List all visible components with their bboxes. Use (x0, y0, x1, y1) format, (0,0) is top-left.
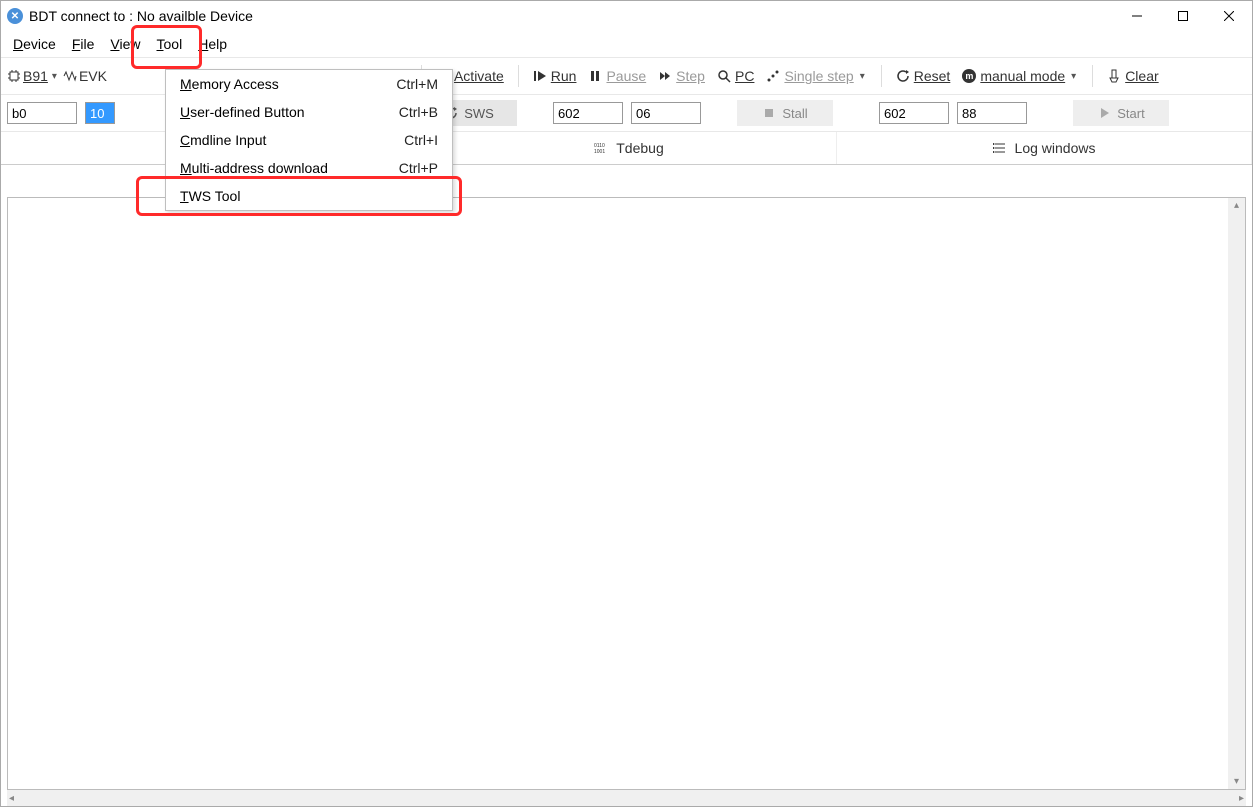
evk-wave-icon (63, 69, 77, 83)
manual-mode-caret-icon[interactable]: ▾ (1069, 71, 1078, 82)
titlebar: ✕ BDT connect to : No availble Device (1, 1, 1252, 31)
tdebug-icon: 01101001 (594, 141, 608, 155)
chip-caret-icon[interactable]: ▾ (50, 71, 59, 82)
pc-button[interactable]: PC (713, 66, 758, 86)
run-icon (533, 69, 547, 83)
app-logo-icon: ✕ (7, 8, 23, 24)
count-input[interactable] (85, 102, 115, 124)
reset-icon (896, 69, 910, 83)
manual-mode-icon: m (962, 69, 976, 83)
content-area: ▴ ▾ (7, 197, 1246, 790)
log-list-icon (993, 141, 1007, 155)
clear-icon (1107, 69, 1121, 83)
pc-search-icon (717, 69, 731, 83)
step-button[interactable]: Step (654, 66, 709, 86)
menu-tool[interactable]: Tool (149, 33, 191, 55)
vertical-scrollbar[interactable]: ▴ ▾ (1228, 198, 1245, 789)
single-step-caret-icon[interactable]: ▾ (858, 71, 867, 82)
menu-item-user-defined-button[interactable]: User-defined Button Ctrl+B (166, 98, 452, 126)
stall-button[interactable]: Stall (737, 100, 833, 126)
menu-item-cmdline-input[interactable]: Cmdline Input Ctrl+I (166, 126, 452, 154)
tab-log-windows[interactable]: Log windows (837, 132, 1252, 164)
app-window: ✕ BDT connect to : No availble Device De… (0, 0, 1253, 807)
clear-button[interactable]: Clear (1103, 66, 1162, 86)
menu-item-memory-access[interactable]: Memory Access Ctrl+M (166, 70, 452, 98)
single-step-button[interactable]: Single step ▾ (762, 66, 870, 86)
single-step-icon (766, 69, 780, 83)
field4-input[interactable] (957, 102, 1027, 124)
scroll-down-icon[interactable]: ▾ (1232, 774, 1241, 789)
chip-icon (7, 69, 21, 83)
evk-select[interactable]: EVK (79, 68, 107, 84)
field2-input[interactable] (631, 102, 701, 124)
svg-text:1001: 1001 (594, 149, 605, 155)
window-title: BDT connect to : No availble Device (29, 8, 253, 24)
menu-item-multi-address-download[interactable]: Multi-address download Ctrl+P (166, 154, 452, 182)
manual-mode-button[interactable]: m manual mode ▾ (958, 66, 1082, 86)
menu-view[interactable]: View (102, 33, 148, 55)
scroll-up-icon[interactable]: ▴ (1232, 198, 1241, 213)
close-button[interactable] (1206, 1, 1252, 31)
minimize-button[interactable] (1114, 1, 1160, 31)
run-button[interactable]: Run (529, 66, 581, 86)
addr-input[interactable] (7, 102, 77, 124)
chip-select[interactable]: B91 (23, 68, 48, 84)
scroll-right-icon[interactable]: ▸ (1237, 791, 1246, 806)
reset-button[interactable]: Reset (892, 66, 955, 86)
scroll-left-icon[interactable]: ◂ (7, 791, 16, 806)
menu-help[interactable]: Help (190, 33, 235, 55)
tab-tdebug[interactable]: 01101001 Tdebug (422, 132, 837, 164)
menu-item-tws-tool[interactable]: TWS Tool (166, 182, 452, 210)
field1-input[interactable] (553, 102, 623, 124)
maximize-button[interactable] (1160, 1, 1206, 31)
field3-input[interactable] (879, 102, 949, 124)
start-button[interactable]: Start (1073, 100, 1169, 126)
tool-menu-dropdown: Memory Access Ctrl+M User-defined Button… (165, 69, 453, 211)
menu-file[interactable]: File (64, 33, 103, 55)
horizontal-scrollbar[interactable]: ◂ ▸ (7, 790, 1246, 806)
step-icon (658, 69, 672, 83)
menu-device[interactable]: Device (5, 33, 64, 55)
pause-icon (588, 69, 602, 83)
stall-stop-icon (762, 106, 776, 120)
start-play-icon (1097, 106, 1111, 120)
pause-button[interactable]: Pause (584, 66, 650, 86)
menubar: Device File View Tool Help (1, 31, 1252, 58)
